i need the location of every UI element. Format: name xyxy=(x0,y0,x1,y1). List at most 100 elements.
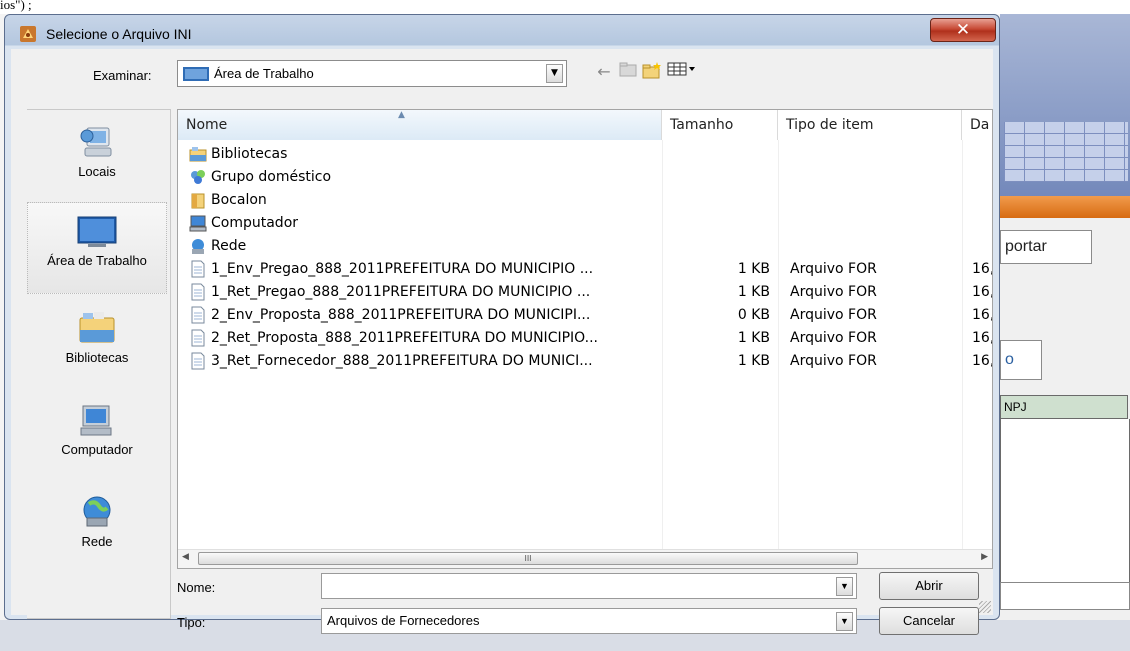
place-libraries[interactable]: Bibliotecas xyxy=(27,296,167,388)
back-icon[interactable]: ← xyxy=(593,61,615,83)
list-item[interactable]: Rede xyxy=(178,235,992,258)
file-size: 1 KB xyxy=(737,261,770,277)
place-desktop[interactable]: Área de Trabalho xyxy=(27,202,167,294)
column-header-date[interactable]: Da xyxy=(962,110,992,140)
horizontal-scrollbar[interactable]: ◀ III ▶ xyxy=(178,549,992,568)
open-button[interactable]: Abrir xyxy=(879,572,979,600)
file-list[interactable]: Nome ▲ Tamanho Tipo de item Da Bibliotec… xyxy=(177,109,993,569)
background-import-button[interactable]: portar xyxy=(1000,230,1092,264)
desktop-icon xyxy=(183,67,209,81)
file-name: Rede xyxy=(211,238,247,254)
file-name: 2_Ret_Proposta_888_2011PREFEITURA DO MUN… xyxy=(211,330,598,346)
up-folder-icon[interactable] xyxy=(617,61,639,83)
file-date: 16, xyxy=(972,261,993,277)
thumb-grip: III xyxy=(524,554,532,563)
place-label: Locais xyxy=(78,164,116,179)
file-name: 3_Ret_Fornecedor_888_2011PREFEITURA DO M… xyxy=(211,353,593,369)
file-size: 1 KB xyxy=(737,330,770,346)
file-date: 16, xyxy=(972,284,993,300)
resize-grip-icon[interactable] xyxy=(979,601,991,613)
list-item[interactable]: 3_Ret_Fornecedor_888_2011PREFEITURA DO M… xyxy=(178,350,993,373)
look-in-combo[interactable]: Área de Trabalho ▼ xyxy=(177,60,567,87)
file-icon xyxy=(191,260,205,278)
scroll-right-icon[interactable]: ▶ xyxy=(981,552,988,562)
computer-icon xyxy=(189,215,207,232)
list-item[interactable]: Grupo doméstico xyxy=(178,166,992,189)
title-bar: Selecione o Arquivo INI ✕ xyxy=(5,15,999,51)
view-menu-icon[interactable] xyxy=(665,61,699,83)
column-header-type[interactable]: Tipo de item xyxy=(778,110,962,140)
column-label: Tamanho xyxy=(670,117,734,133)
file-date: 16, xyxy=(972,353,993,369)
close-icon: ✕ xyxy=(955,20,971,40)
file-name: Bocalon xyxy=(211,192,267,208)
background-grid xyxy=(1004,122,1128,182)
app-icon xyxy=(20,26,36,42)
place-recent[interactable]: Locais xyxy=(27,110,167,202)
background-orange-bar xyxy=(1000,196,1130,218)
libraries-icon xyxy=(189,147,207,162)
scrollbar-thumb[interactable]: III xyxy=(198,552,858,565)
file-size: 1 KB xyxy=(737,284,770,300)
homegroup-icon xyxy=(191,170,205,184)
list-item[interactable]: 1_Ret_Pregao_888_2011PREFEITURA DO MUNIC… xyxy=(178,281,993,304)
place-label: Computador xyxy=(61,442,133,457)
file-date: 16, xyxy=(972,307,993,323)
background-header-panel xyxy=(1000,14,1130,214)
file-size: 0 KB xyxy=(737,307,770,323)
user-folder-icon xyxy=(191,193,205,209)
computer-icon xyxy=(80,405,112,436)
file-type: Arquivo FOR xyxy=(790,261,877,277)
filetype-label: Tipo: xyxy=(177,615,206,630)
place-label: Área de Trabalho xyxy=(47,253,147,268)
column-header-size[interactable]: Tamanho xyxy=(662,110,778,140)
chevron-down-icon[interactable]: ▼ xyxy=(836,612,853,631)
file-name: Grupo doméstico xyxy=(211,169,332,185)
background-list xyxy=(1000,419,1130,600)
list-item[interactable]: Bibliotecas xyxy=(178,143,992,166)
column-label: Da xyxy=(970,117,990,133)
cancel-button[interactable]: Cancelar xyxy=(879,607,979,635)
dialog-content: Examinar: Área de Trabalho ▼ ← Locais Ár… xyxy=(11,49,993,635)
list-item[interactable]: Computador xyxy=(178,212,992,235)
new-folder-icon[interactable] xyxy=(641,61,663,83)
network-icon xyxy=(192,239,204,254)
background-button[interactable]: o xyxy=(1000,340,1042,380)
place-label: Bibliotecas xyxy=(65,350,129,365)
file-icon xyxy=(191,306,205,324)
file-icon xyxy=(191,283,205,301)
file-type: Arquivo FOR xyxy=(790,353,877,369)
file-type: Arquivo FOR xyxy=(790,330,877,346)
place-network[interactable]: Rede xyxy=(27,480,167,572)
list-item[interactable]: 2_Env_Proposta_888_2011PREFEITURA DO MUN… xyxy=(178,304,993,327)
scroll-left-icon[interactable]: ◀ xyxy=(182,552,189,562)
list-item[interactable]: Bocalon xyxy=(178,189,992,212)
close-button[interactable]: ✕ xyxy=(930,18,996,42)
filename-input[interactable]: ▼ xyxy=(321,573,857,599)
list-item[interactable]: 2_Ret_Proposta_888_2011PREFEITURA DO MUN… xyxy=(178,327,993,350)
file-icon xyxy=(191,329,205,347)
column-header-name[interactable]: Nome ▲ xyxy=(178,110,662,140)
file-name: Bibliotecas xyxy=(211,146,288,162)
filename-label: Nome: xyxy=(177,580,216,595)
filetype-select[interactable]: Arquivos de Fornecedores ▼ xyxy=(321,608,857,634)
place-computer[interactable]: Computador xyxy=(27,388,167,480)
look-in-value: Área de Trabalho xyxy=(214,66,314,81)
file-date: 16, xyxy=(972,330,993,346)
file-icon xyxy=(191,352,205,370)
look-in-label: Examinar: xyxy=(93,68,152,83)
file-name: 2_Env_Proposta_888_2011PREFEITURA DO MUN… xyxy=(211,307,591,323)
file-name: 1_Ret_Pregao_888_2011PREFEITURA DO MUNIC… xyxy=(211,284,591,300)
file-size: 1 KB xyxy=(737,353,770,369)
background-code-text: ios") ; xyxy=(0,0,32,12)
chevron-down-icon[interactable]: ▼ xyxy=(836,577,853,596)
place-label: Rede xyxy=(81,534,113,549)
chevron-down-icon[interactable]: ▼ xyxy=(546,64,563,83)
background-field xyxy=(1000,582,1130,610)
column-label: Tipo de item xyxy=(786,117,874,133)
list-item[interactable]: 1_Env_Pregao_888_2011PREFEITURA DO MUNIC… xyxy=(178,258,993,281)
sort-up-icon: ▲ xyxy=(398,110,405,120)
open-file-dialog: Selecione o Arquivo INI ✕ Examinar: Área… xyxy=(4,14,1000,635)
background-column-header: NPJ xyxy=(1000,395,1128,419)
dialog-title: Selecione o Arquivo INI xyxy=(46,26,192,42)
